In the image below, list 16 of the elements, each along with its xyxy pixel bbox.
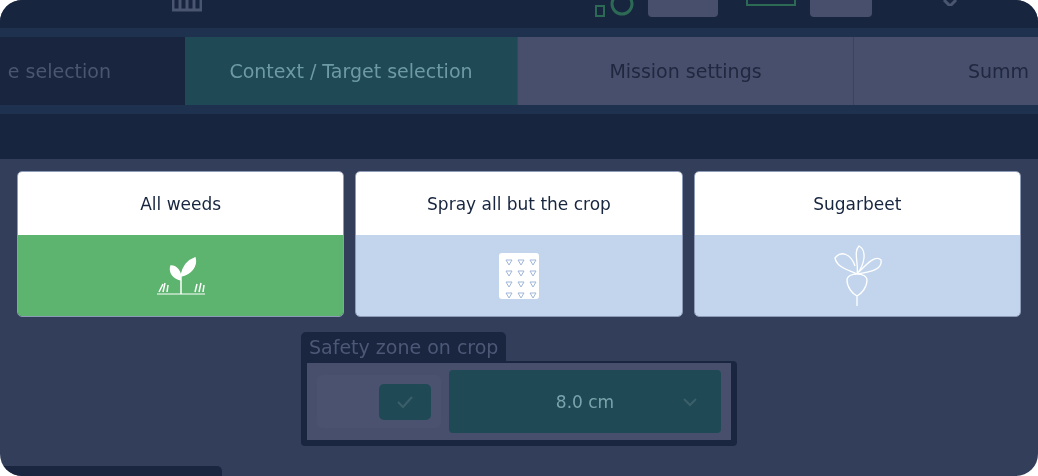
check-icon xyxy=(396,394,414,409)
seedling-icon xyxy=(154,255,207,296)
target-card[interactable]: Sugarbeet xyxy=(693,171,1021,317)
calendar-icon[interactable] xyxy=(172,0,202,12)
checkbox[interactable] xyxy=(379,383,431,420)
card-title: Spray all but the crop xyxy=(427,193,611,214)
target-card[interactable]: Spray all but the crop xyxy=(355,171,683,317)
field-grid-icon xyxy=(498,251,540,300)
card-title: Sugarbeet xyxy=(813,193,902,214)
target-card[interactable]: All weeds xyxy=(17,171,345,317)
card-title: All weeds xyxy=(140,193,222,214)
toolbar-button[interactable] xyxy=(810,0,872,17)
toolbar-button[interactable] xyxy=(648,0,718,17)
chevron-down-icon xyxy=(683,398,697,407)
step-tab[interactable]: Context / Target selection xyxy=(185,37,517,105)
zone-dropdown[interactable]: 8.0 cm xyxy=(449,370,721,433)
